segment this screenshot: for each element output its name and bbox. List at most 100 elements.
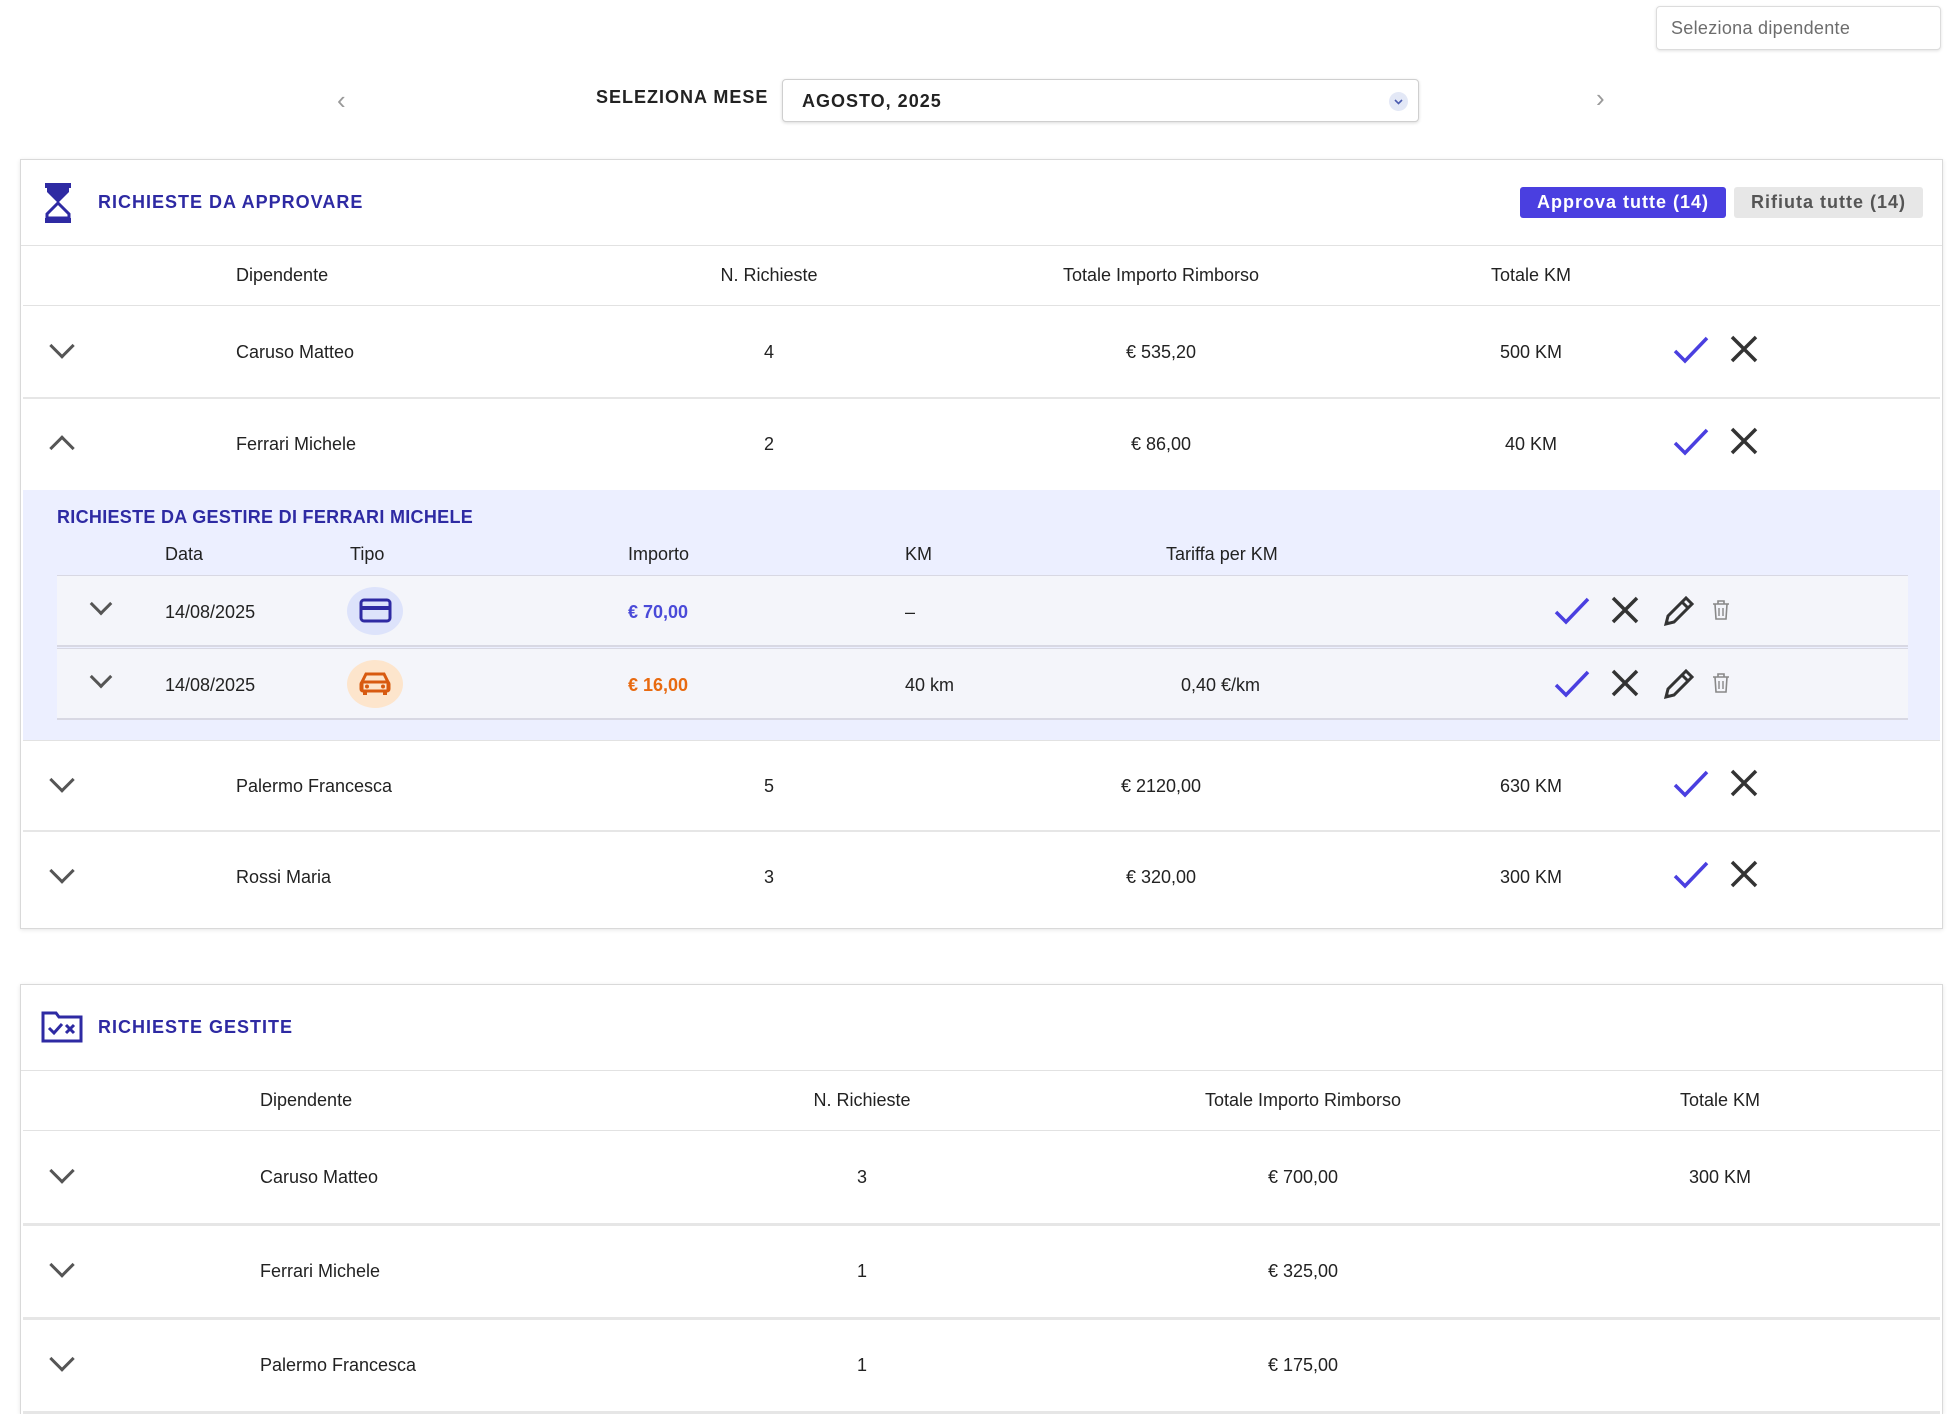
card-header: RICHIESTE DA APPROVARE Approva tutte (14… <box>21 160 1942 246</box>
col-km: Totale KM <box>1490 265 1572 285</box>
total-amount: € 325,00 <box>1267 1261 1339 1281</box>
employee-name: Ferrari Michele <box>260 1261 381 1281</box>
request-count: 1 <box>856 1355 868 1375</box>
reject-icon[interactable] <box>1730 427 1758 460</box>
total-km: 300 KM <box>1688 1167 1752 1187</box>
col-tipo: Tipo <box>350 544 385 564</box>
edit-pencil-icon[interactable] <box>1660 665 1698 708</box>
col-importo: Totale Importo Rimborso <box>1062 265 1260 285</box>
approve-icon[interactable] <box>1554 596 1590 631</box>
table-header: Dipendente N. Richieste Totale Importo R… <box>23 1071 1940 1131</box>
chevron-down-icon <box>1389 92 1408 111</box>
col-dipendente: Dipendente <box>260 1090 353 1110</box>
month-select[interactable]: AGOSTO, 2025 <box>782 79 1419 122</box>
col-km: Totale KM <box>1679 1090 1761 1110</box>
request-km: 40 km <box>905 675 955 695</box>
handled-requests-card: RICHIESTE GESTITE Dipendente N. Richiest… <box>20 984 1943 1414</box>
pending-requests-card: RICHIESTE DA APPROVARE Approva tutte (14… <box>20 159 1943 929</box>
approve-all-button[interactable]: Approva tutte (14) <box>1520 187 1726 218</box>
employee-name: Palermo Francesca <box>236 776 393 796</box>
reject-icon[interactable] <box>1730 335 1758 368</box>
request-date: 14/08/2025 <box>165 602 256 622</box>
request-count: 1 <box>856 1261 868 1281</box>
reject-icon[interactable] <box>1611 596 1639 629</box>
total-amount: € 2120,00 <box>1120 776 1202 796</box>
request-count: 3 <box>856 1167 868 1187</box>
approve-icon[interactable] <box>1673 427 1709 462</box>
edit-pencil-icon[interactable] <box>1660 592 1698 635</box>
handled-title: RICHIESTE GESTITE <box>98 1017 294 1037</box>
col-richieste: N. Richieste <box>813 1090 911 1110</box>
chevron-down-icon[interactable] <box>49 333 75 359</box>
reject-icon[interactable] <box>1611 669 1639 702</box>
request-row[interactable]: 14/08/2025 € 70,00 – <box>57 575 1908 647</box>
total-km: 40 KM <box>1504 434 1558 454</box>
approve-icon[interactable] <box>1673 769 1709 804</box>
col-dipendente: Dipendente <box>236 265 329 285</box>
request-count: 2 <box>763 434 775 454</box>
reject-icon[interactable] <box>1730 769 1758 802</box>
total-amount: € 175,00 <box>1267 1355 1339 1375</box>
folder-check-icon <box>41 1009 83 1048</box>
reject-icon[interactable] <box>1730 860 1758 893</box>
request-km: – <box>905 602 916 622</box>
chevron-down-icon[interactable] <box>89 592 113 616</box>
table-row[interactable]: Palermo Francesca 5 € 2120,00 630 KM <box>23 740 1940 832</box>
employee-name: Ferrari Michele <box>236 434 357 454</box>
col-importo: Importo <box>628 544 690 564</box>
table-row[interactable]: Ferrari Michele 1 € 325,00 <box>23 1226 1940 1320</box>
hourglass-icon <box>43 182 73 229</box>
pending-title: RICHIESTE DA APPROVARE <box>98 192 364 212</box>
approve-icon[interactable] <box>1673 860 1709 895</box>
car-icon <box>347 660 403 708</box>
table-row[interactable]: Rossi Maria 3 € 320,00 300 KM <box>23 832 1940 926</box>
credit-card-icon <box>347 587 403 635</box>
total-km: 630 KM <box>1499 776 1563 796</box>
reject-all-button[interactable]: Rifiuta tutte (14) <box>1734 187 1923 218</box>
next-month-arrow[interactable]: › <box>1596 83 1605 114</box>
total-amount: € 535,20 <box>1125 342 1197 362</box>
chevron-down-icon[interactable] <box>49 858 75 884</box>
chevron-down-icon[interactable] <box>49 1158 75 1184</box>
approve-icon[interactable] <box>1554 669 1590 704</box>
table-row[interactable]: Caruso Matteo 4 € 535,20 500 KM <box>23 307 1940 399</box>
request-row[interactable]: 14/08/2025 € 16,00 40 km 0,40 €/km <box>57 648 1908 720</box>
col-richieste: N. Richieste <box>720 265 818 285</box>
employee-name: Rossi Maria <box>236 867 332 887</box>
col-tariffa: Tariffa per KM <box>1166 544 1278 564</box>
request-count: 5 <box>763 776 775 796</box>
table-row[interactable]: Ferrari Michele 2 € 86,00 40 KM <box>23 399 1940 491</box>
col-importo: Totale Importo Rimborso <box>1204 1090 1402 1110</box>
request-date: 14/08/2025 <box>165 675 256 695</box>
col-km: KM <box>905 544 932 564</box>
total-km: 300 KM <box>1499 867 1563 887</box>
chevron-down-icon[interactable] <box>49 1252 75 1278</box>
previous-month-arrow[interactable]: ‹ <box>337 85 346 116</box>
request-amount: € 70,00 <box>628 602 689 622</box>
month-value: AGOSTO, 2025 <box>802 91 942 111</box>
request-rate: 0,40 €/km <box>1181 675 1261 695</box>
card-header: RICHIESTE GESTITE <box>21 985 1942 1071</box>
employee-name: Caruso Matteo <box>260 1167 379 1187</box>
trash-icon[interactable] <box>1711 599 1731 626</box>
request-detail-panel: RICHIESTE DA GESTIRE DI FERRARI MICHELE … <box>23 490 1940 740</box>
chevron-down-icon[interactable] <box>49 767 75 793</box>
trash-icon[interactable] <box>1711 672 1731 699</box>
employee-name: Palermo Francesca <box>260 1355 417 1375</box>
approve-icon[interactable] <box>1673 335 1709 370</box>
detail-title: RICHIESTE DA GESTIRE DI FERRARI MICHELE <box>57 507 474 527</box>
request-count: 3 <box>763 867 775 887</box>
table-row[interactable]: Caruso Matteo 3 € 700,00 300 KM <box>23 1132 1940 1226</box>
chevron-down-icon[interactable] <box>89 665 113 689</box>
request-count: 4 <box>763 342 775 362</box>
table-header: Dipendente N. Richieste Totale Importo R… <box>23 246 1940 306</box>
table-row[interactable]: Palermo Francesca 1 € 175,00 <box>23 1320 1940 1414</box>
month-label: SELEZIONA MESE <box>596 87 769 107</box>
employee-select[interactable]: Seleziona dipendente <box>1656 6 1941 50</box>
chevron-down-icon[interactable] <box>49 1346 75 1372</box>
total-amount: € 700,00 <box>1267 1167 1339 1187</box>
request-amount: € 16,00 <box>628 675 689 695</box>
chevron-up-icon[interactable] <box>49 435 75 461</box>
employee-name: Caruso Matteo <box>236 342 355 362</box>
total-amount: € 320,00 <box>1125 867 1197 887</box>
